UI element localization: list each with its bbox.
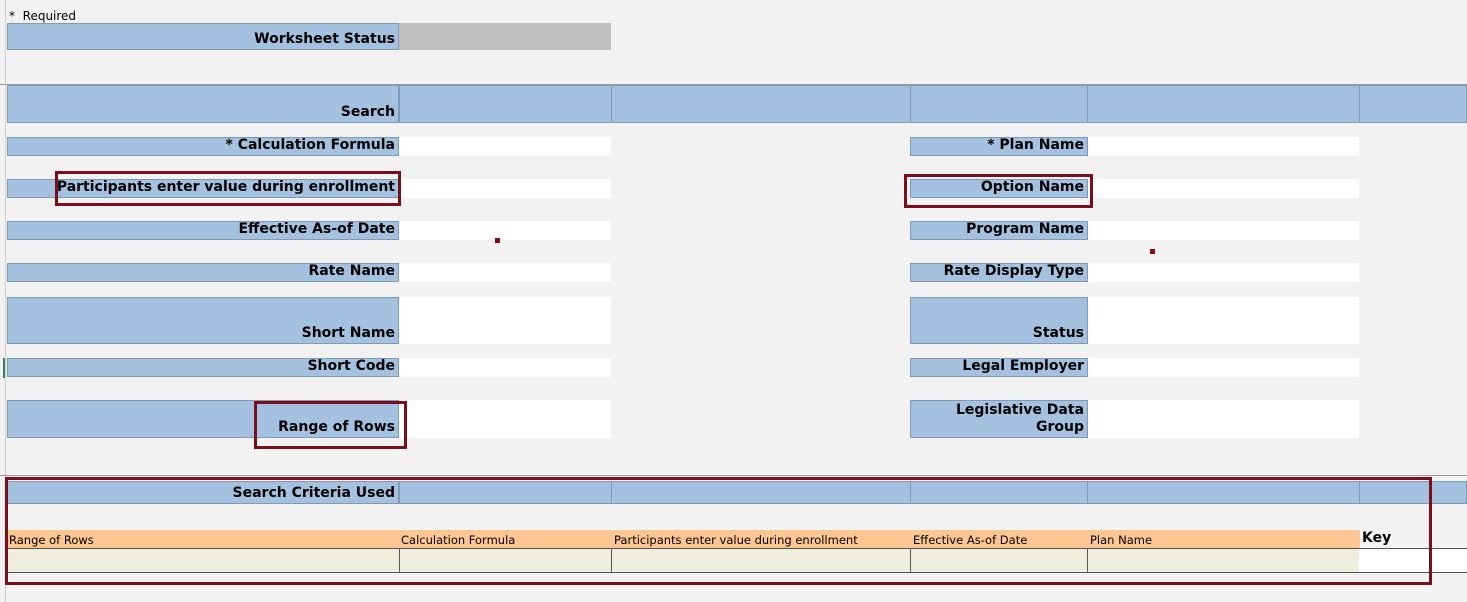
marker-dot [495,238,500,243]
short-code-input[interactable] [399,358,611,377]
required-note: * Required [9,9,76,23]
legislative-data-group-input[interactable] [1088,400,1359,438]
program-name-label: Program Name [910,221,1088,240]
rate-name-input[interactable] [399,263,611,282]
worksheet-status-value[interactable] [399,23,611,50]
worksheet-status-label: Worksheet Status [7,23,399,50]
effective-as-of-date-label: Effective As-of Date [7,221,399,240]
legal-employer-input[interactable] [1088,358,1359,377]
search-band-cell [1087,85,1360,123]
search-band-cell [611,85,911,123]
legal-employer-label: Legal Employer [910,358,1088,377]
highlight-box [5,477,1432,585]
status-label: Status [910,297,1088,344]
program-name-input[interactable] [1088,221,1359,240]
highlight-box [55,171,401,206]
effective-as-of-date-input[interactable] [399,221,611,240]
short-name-input[interactable] [399,297,611,344]
short-name-label: Short Name [7,297,399,344]
search-band-cell [910,85,1088,123]
highlight-box [254,401,407,449]
legislative-data-group-label: Legislative Data Group [910,400,1088,438]
calculation-formula-label: * Calculation Formula [7,137,399,156]
search-label: Search [7,85,399,123]
search-band-cell [1359,85,1467,123]
required-text: Required [22,9,77,23]
option-name-input[interactable] [1088,179,1359,198]
participants-enter-value-input[interactable] [399,179,611,198]
status-input[interactable] [1088,297,1359,344]
search-band-cell [399,85,612,123]
required-star: * [9,9,15,23]
rate-name-label: Rate Name [7,263,399,282]
highlight-box [904,174,1093,208]
short-code-label: Short Code [7,358,399,377]
rate-display-type-label: Rate Display Type [910,263,1088,282]
plan-name-label: * Plan Name [910,137,1088,156]
divider [0,475,1467,476]
range-of-rows-input[interactable] [399,400,611,438]
rate-display-type-input[interactable] [1088,263,1359,282]
calculation-formula-input[interactable] [399,137,611,156]
marker-dot [1150,249,1155,254]
plan-name-input[interactable] [1088,137,1359,156]
active-cell-marker [3,358,5,378]
